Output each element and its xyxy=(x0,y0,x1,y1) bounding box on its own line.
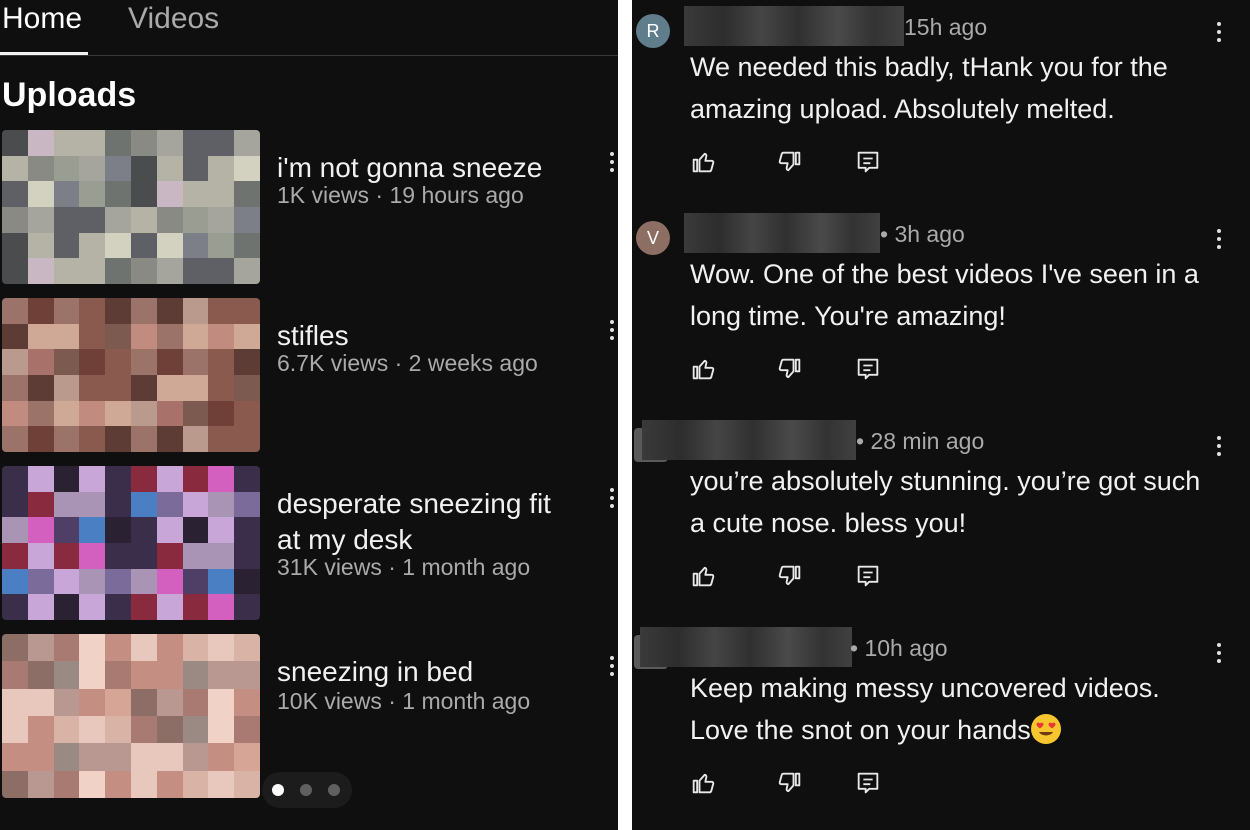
channel-uploads-panel: Home Videos Uploads i'm not gonna sneeze… xyxy=(0,0,618,830)
pager-dot[interactable] xyxy=(300,784,312,796)
pager-dot[interactable] xyxy=(328,784,340,796)
more-vertical-icon[interactable] xyxy=(1212,434,1226,458)
thumbs-up-icon[interactable] xyxy=(689,769,717,797)
video-title[interactable]: desperate sneezing fit at my desk xyxy=(277,486,577,558)
reply-comment-icon[interactable] xyxy=(854,148,882,176)
thumbs-up-icon[interactable] xyxy=(689,148,717,176)
comment-timestamp: 15h ago xyxy=(904,14,988,40)
more-vertical-icon[interactable] xyxy=(1212,641,1226,665)
video-title[interactable]: i'm not gonna sneeze xyxy=(277,150,577,186)
pager-dot-active[interactable] xyxy=(272,784,284,796)
section-title: Uploads xyxy=(2,76,137,114)
channel-tabs: Home Videos xyxy=(0,0,618,56)
comment-text-body: Keep making messy uncovered videos. Love… xyxy=(690,673,1160,745)
username-blurred[interactable] xyxy=(640,627,852,667)
video-meta: 6.7K views · 2 weeks ago xyxy=(277,350,538,376)
carousel-pager xyxy=(262,772,352,808)
comments-panel: R 15h ago We needed this badly, tHank yo… xyxy=(632,0,1250,830)
video-thumbnail[interactable] xyxy=(2,466,260,620)
username-blurred[interactable] xyxy=(642,420,856,460)
more-vertical-icon[interactable] xyxy=(604,654,618,680)
video-meta: 31K views · 1 month ago xyxy=(277,554,531,580)
more-vertical-icon[interactable] xyxy=(1212,227,1226,251)
thumbs-up-icon[interactable] xyxy=(689,355,717,383)
tab-home[interactable]: Home xyxy=(2,2,82,36)
thumbs-down-icon[interactable] xyxy=(776,769,804,797)
reply-comment-icon[interactable] xyxy=(854,769,882,797)
comment-text: Keep making messy uncovered videos. Love… xyxy=(690,667,1220,751)
comment-timestamp: • 28 min ago xyxy=(856,428,985,454)
video-title[interactable]: stifles xyxy=(277,318,577,354)
heart-eyes-emoji xyxy=(1030,714,1061,744)
video-item[interactable]: i'm not gonna sneeze 1K views · 19 hours… xyxy=(0,130,618,284)
comment-timestamp: • 10h ago xyxy=(850,635,948,661)
comment-item: • 10h ago Keep making messy uncovered vi… xyxy=(632,621,1250,828)
reply-comment-icon[interactable] xyxy=(854,355,882,383)
video-item[interactable]: stifles 6.7K views · 2 weeks ago xyxy=(0,298,618,452)
thumbs-up-icon[interactable] xyxy=(689,562,717,590)
more-vertical-icon[interactable] xyxy=(604,318,618,344)
comment-timestamp: • 3h ago xyxy=(880,221,965,247)
comment-text: Wow. One of the best videos I've seen in… xyxy=(690,259,1199,331)
comment-item: • 28 min ago you’re absolutely stunning.… xyxy=(632,414,1250,621)
comment-text: you’re absolutely stunning. you’re got s… xyxy=(690,466,1201,538)
tab-videos[interactable]: Videos xyxy=(128,2,219,36)
video-item[interactable]: desperate sneezing fit at my desk 31K vi… xyxy=(0,466,618,620)
comment-text: We needed this badly, tHank you for the … xyxy=(690,52,1168,124)
video-title[interactable]: sneezing in bed xyxy=(277,654,577,690)
video-thumbnail[interactable] xyxy=(2,130,260,284)
active-tab-indicator xyxy=(0,52,88,55)
more-vertical-icon[interactable] xyxy=(604,150,618,176)
more-vertical-icon[interactable] xyxy=(1212,20,1226,44)
avatar[interactable]: V xyxy=(636,221,670,255)
thumbs-down-icon[interactable] xyxy=(776,562,804,590)
video-meta: 10K views · 1 month ago xyxy=(277,688,531,714)
more-vertical-icon[interactable] xyxy=(604,486,618,512)
username-blurred[interactable] xyxy=(684,213,880,253)
thumbs-down-icon[interactable] xyxy=(776,355,804,383)
video-meta: 1K views · 19 hours ago xyxy=(277,182,524,208)
comment-item: R 15h ago We needed this badly, tHank yo… xyxy=(632,0,1250,207)
username-blurred[interactable] xyxy=(684,6,904,46)
video-thumbnail[interactable] xyxy=(2,634,260,798)
avatar[interactable]: R xyxy=(636,14,670,48)
video-thumbnail[interactable] xyxy=(2,298,260,452)
thumbs-down-icon[interactable] xyxy=(776,148,804,176)
comment-item: V • 3h ago Wow. One of the best videos I… xyxy=(632,207,1250,414)
reply-comment-icon[interactable] xyxy=(854,562,882,590)
